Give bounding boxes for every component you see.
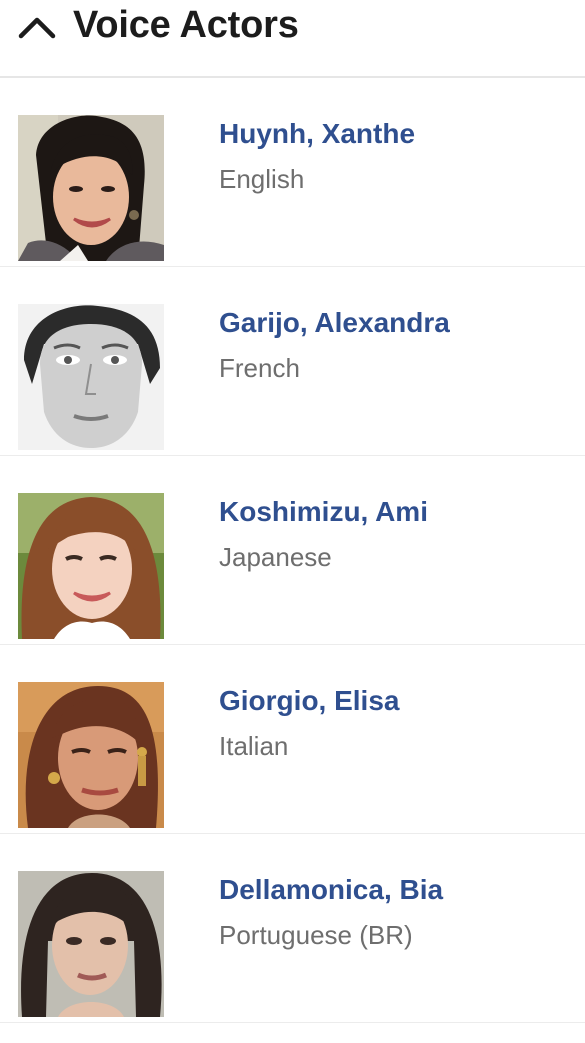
actor-photo[interactable] — [18, 304, 164, 450]
actor-name-link[interactable]: Garijo, Alexandra — [219, 307, 450, 339]
voice-actor-row: Dellamonica, Bia Portuguese (BR) — [0, 834, 585, 1023]
actor-name-link[interactable]: Huynh, Xanthe — [219, 118, 415, 150]
actor-language: Italian — [219, 731, 289, 761]
actor-name-link[interactable]: Dellamonica, Bia — [219, 874, 443, 906]
actor-photo[interactable] — [18, 115, 164, 261]
section-title: Voice Actors — [73, 4, 299, 46]
voice-actor-list: Huynh, Xanthe English Garijo, Alexandra … — [0, 78, 585, 1023]
actor-photo[interactable] — [18, 493, 164, 639]
actor-language: Japanese — [219, 542, 332, 572]
actor-photo[interactable] — [18, 871, 164, 1017]
chevron-up-icon[interactable] — [18, 14, 56, 42]
actor-language: Portuguese (BR) — [219, 920, 413, 950]
actor-name-link[interactable]: Giorgio, Elisa — [219, 685, 399, 717]
voice-actor-row: Garijo, Alexandra French — [0, 267, 585, 456]
voice-actor-row: Giorgio, Elisa Italian — [0, 645, 585, 834]
actor-photo[interactable] — [18, 682, 164, 828]
voice-actor-row: Huynh, Xanthe English — [0, 78, 585, 267]
actor-language: French — [219, 353, 300, 383]
actor-language: English — [219, 164, 305, 194]
voice-actors-section-header[interactable]: Voice Actors — [0, 0, 585, 78]
voice-actor-row: Koshimizu, Ami Japanese — [0, 456, 585, 645]
actor-name-link[interactable]: Koshimizu, Ami — [219, 496, 428, 528]
